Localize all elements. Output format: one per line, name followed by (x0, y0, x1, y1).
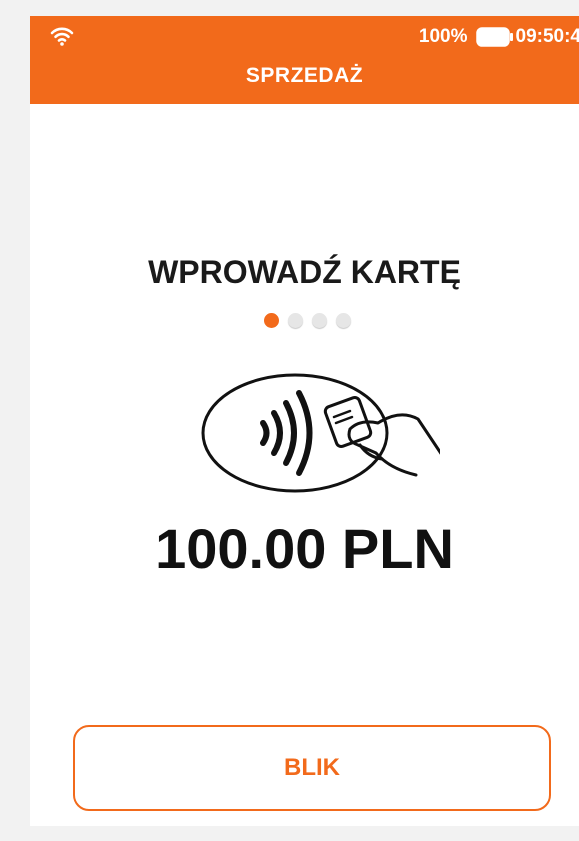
blik-button-label: BLIK (284, 754, 340, 781)
clock: 09:50:4 (515, 26, 579, 47)
status-indicators: 100% 09:50:4 (419, 26, 579, 48)
instruction-text: WPROWADŹ KARTĘ (148, 254, 461, 290)
amount-display: 100.00 PLN (155, 517, 454, 580)
page-title: SPRZEDAŻ (245, 64, 364, 87)
header-bar: 100% 09:50:4 SPRZEDAŻ (30, 16, 579, 104)
battery-icon (475, 27, 513, 47)
pagination-dot (336, 313, 351, 328)
blik-button[interactable]: BLIK (73, 725, 551, 811)
contactless-card-tap-icon (201, 373, 440, 493)
pagination-dot (288, 313, 303, 328)
pagination-dot (312, 313, 327, 328)
payment-screen: 100% 09:50:4 SPRZEDAŻ WPROWADŹ KARTĘ 100… (30, 16, 579, 826)
wifi-icon (50, 27, 74, 46)
battery-percent: 100% (418, 26, 468, 47)
pagination-dot-active (264, 313, 279, 328)
pagination-dots (264, 313, 351, 328)
